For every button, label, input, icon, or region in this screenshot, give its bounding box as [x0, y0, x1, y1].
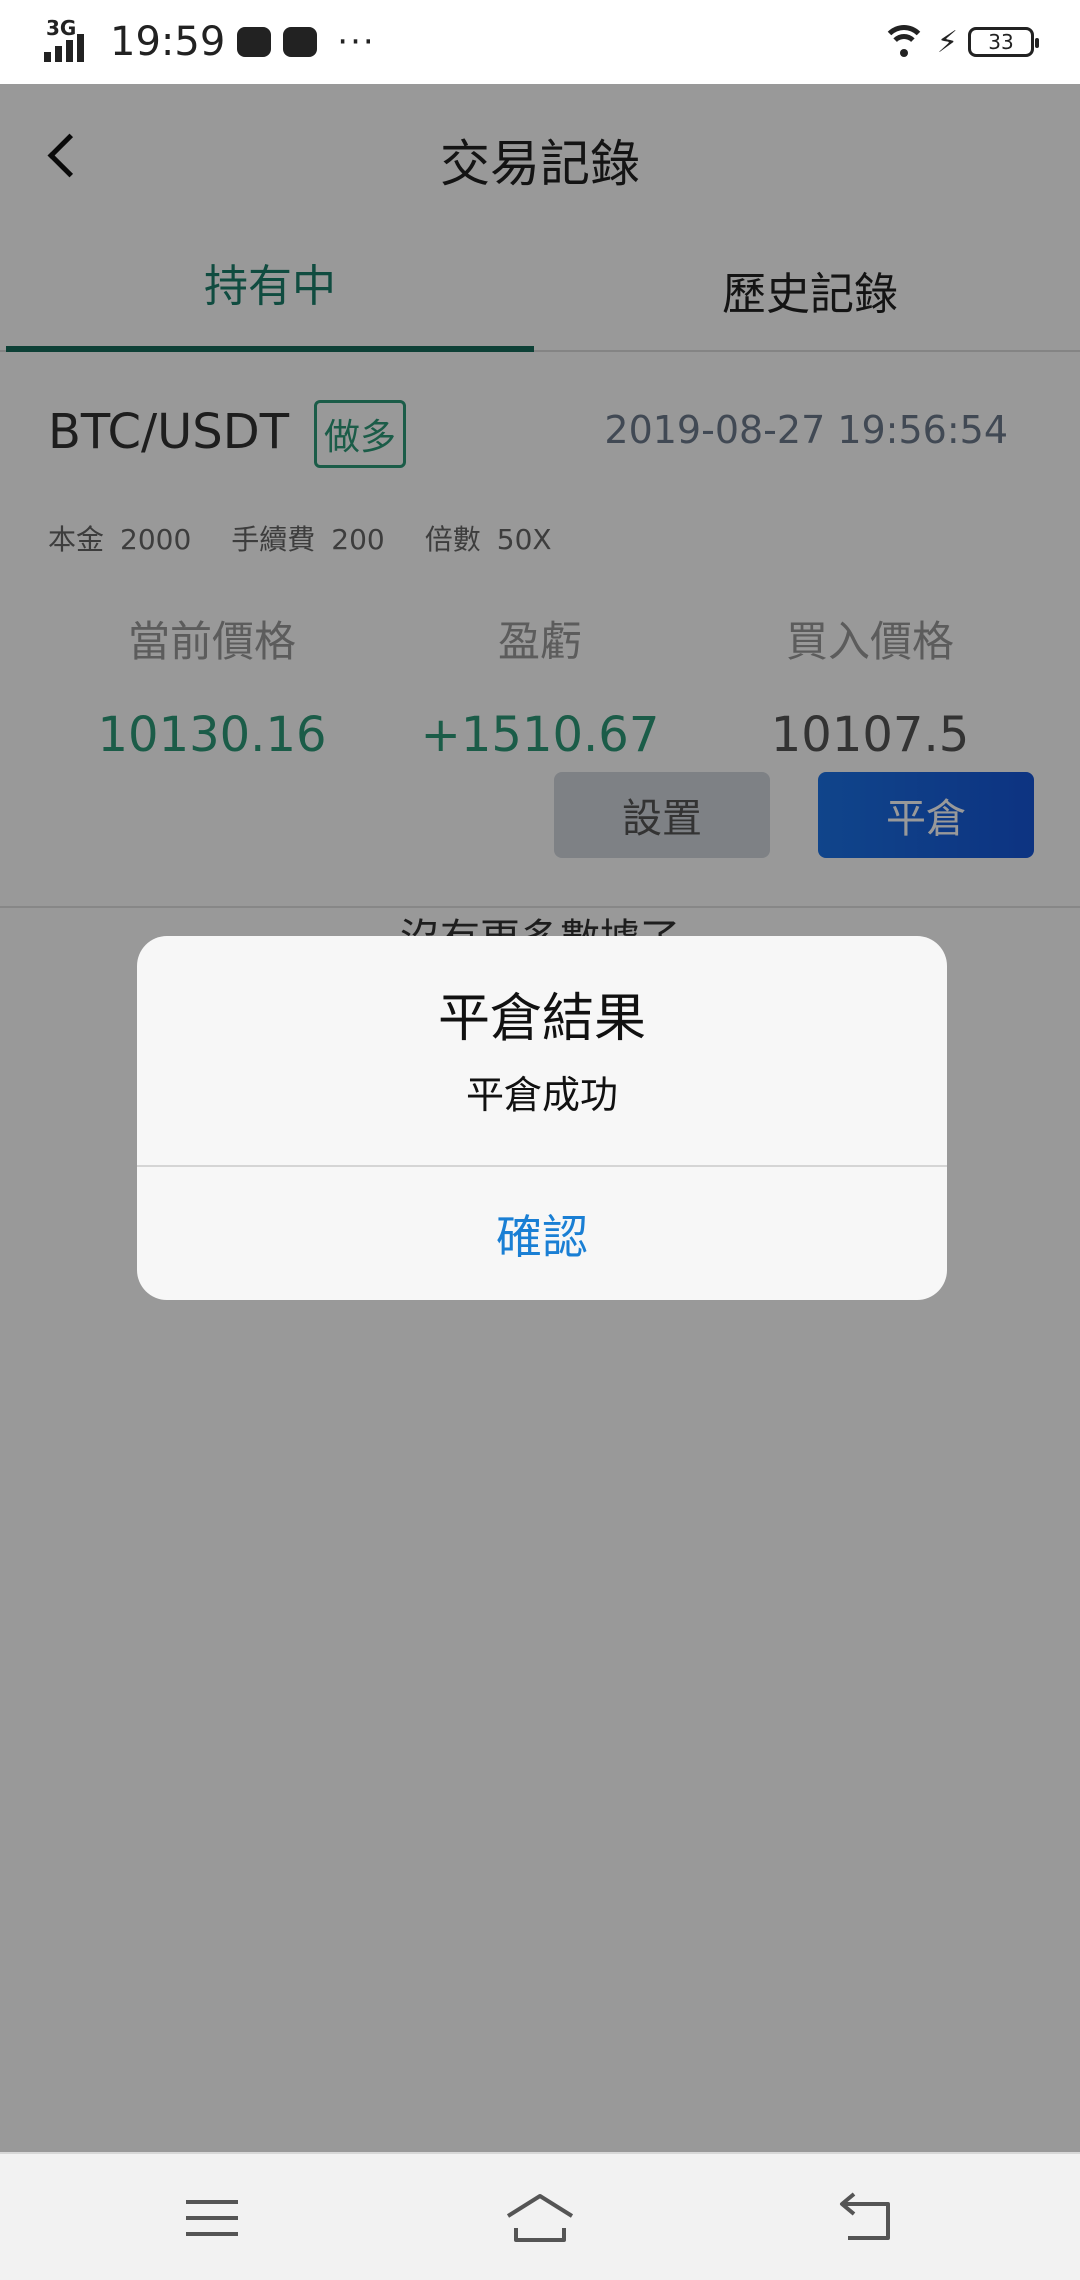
home-icon[interactable]: [500, 2178, 580, 2258]
system-nav-bar: [0, 2152, 1080, 2280]
wechat-icon: [237, 27, 272, 57]
close-result-dialog: 平倉結果 平倉成功 確認: [137, 936, 947, 1300]
battery-icon: 33: [968, 27, 1039, 57]
wifi-icon: [880, 25, 927, 59]
status-bar: 3G 19:59 ··· ⚡ 33: [0, 0, 1080, 84]
more-notifications-icon: ···: [337, 22, 376, 62]
menu-icon[interactable]: [172, 2178, 252, 2258]
confirm-button[interactable]: 確認: [137, 1167, 947, 1300]
app-notification-icon: [283, 27, 318, 57]
status-time: 19:59: [110, 19, 226, 65]
charging-icon: ⚡: [936, 24, 958, 60]
cellular-signal-icon: 3G: [44, 16, 92, 64]
dialog-message: 平倉成功: [465, 1073, 618, 1117]
dialog-title: 平倉結果: [437, 989, 646, 1049]
back-icon[interactable]: [828, 2178, 908, 2258]
